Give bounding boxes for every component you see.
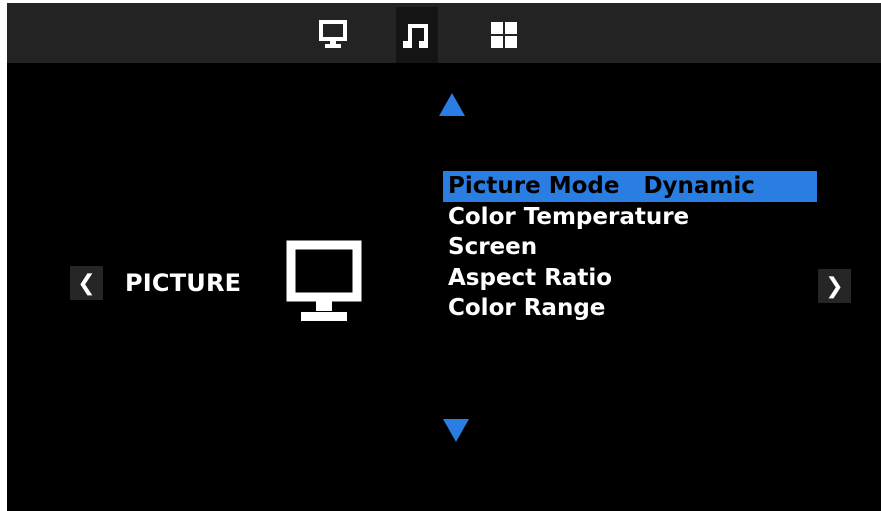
top-tab-bar: [7, 3, 881, 63]
scroll-up-arrow-icon[interactable]: [439, 93, 465, 116]
menu-item-screen[interactable]: Screen: [443, 232, 817, 263]
menu-item-label: Color Range: [448, 295, 606, 321]
section-label: PICTURE: [125, 269, 242, 297]
prev-section-button[interactable]: ❮: [70, 266, 103, 300]
picture-settings-menu: Picture Mode Dynamic Color Temperature Sc…: [443, 171, 817, 324]
menu-item-color-range[interactable]: Color Range: [443, 293, 817, 324]
menu-item-value: Dynamic: [643, 173, 755, 199]
scroll-down-arrow-icon[interactable]: [443, 419, 469, 442]
menu-item-aspect-ratio[interactable]: Aspect Ratio: [443, 263, 817, 294]
monitor-icon: [319, 20, 347, 48]
menu-item-label: Color Temperature: [448, 203, 690, 230]
grid-icon: [491, 22, 517, 48]
next-section-button[interactable]: ❯: [818, 269, 851, 303]
tab-audio[interactable]: [396, 7, 438, 63]
monitor-icon: [286, 240, 362, 321]
music-note-icon: [403, 24, 428, 48]
tab-picture[interactable]: [312, 7, 354, 63]
menu-item-label: Picture Mode: [448, 173, 620, 199]
osd-menu: ❮ PICTURE Picture Mode Dynamic Color Temp…: [7, 3, 881, 511]
menu-item-color-temperature[interactable]: Color Temperature: [443, 202, 817, 233]
menu-item-label: Aspect Ratio: [448, 264, 613, 291]
tab-settings[interactable]: [483, 7, 525, 63]
menu-item-label: Screen: [448, 234, 538, 260]
menu-item-picture-mode[interactable]: Picture Mode Dynamic: [443, 171, 817, 202]
